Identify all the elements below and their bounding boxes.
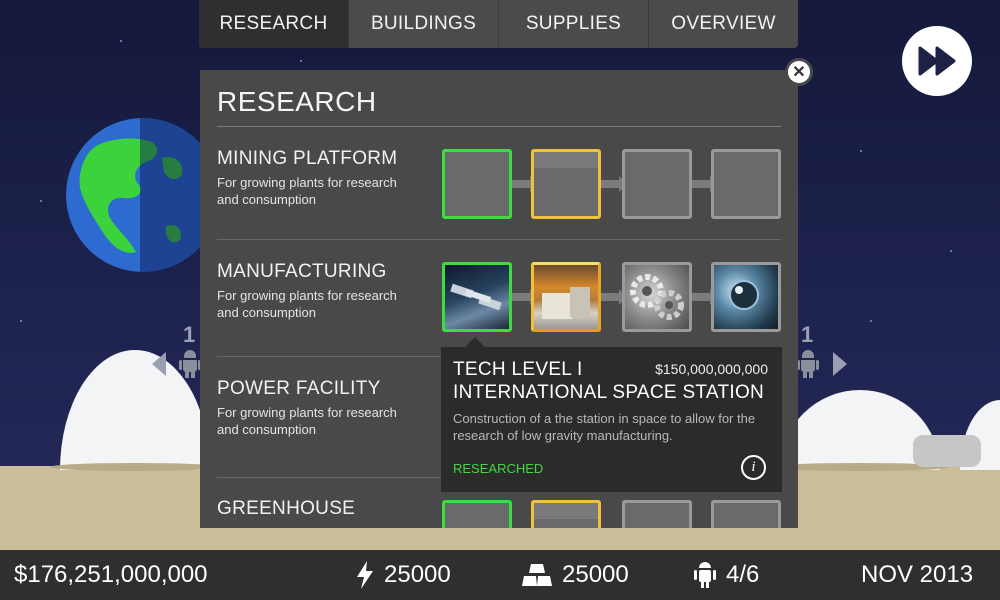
tab-research[interactable]: RESEARCH (199, 0, 349, 48)
next-arrow-icon[interactable] (833, 352, 847, 376)
tab-buildings[interactable]: BUILDINGS (349, 0, 499, 48)
star (870, 320, 872, 322)
robot-icon (797, 350, 819, 378)
tech-name: INTERNATIONAL SPACE STATION (453, 382, 765, 403)
close-icon: ✕ (792, 64, 806, 81)
tech-status: RESEARCHED (453, 461, 544, 476)
tech-description: Construction of a the station in space t… (453, 411, 756, 443)
money-stat: $176,251,000,000 (14, 550, 208, 600)
gears-tile[interactable] (622, 262, 692, 332)
tech-connector (692, 289, 718, 305)
date-stat: NOV 2013 (861, 550, 973, 600)
star (950, 250, 952, 252)
robot-icon (179, 350, 201, 378)
research-tile[interactable] (442, 149, 512, 219)
right-robot-count: 1 (801, 322, 814, 347)
category-name: MINING PLATFORM (217, 148, 398, 169)
metal-bars-icon (522, 564, 552, 586)
research-tile[interactable] (531, 500, 601, 528)
panel-title: RESEARCH (217, 86, 377, 117)
factory-tile[interactable] (531, 262, 601, 332)
category-description: For growing plants for research and cons… (217, 175, 397, 207)
metal-sphere-icon (729, 280, 759, 310)
tech-connector (692, 176, 718, 192)
info-icon[interactable]: i (741, 455, 766, 480)
fast-forward-icon (918, 46, 956, 76)
tab-supplies[interactable]: SUPPLIES (499, 0, 649, 48)
materials-stat: 25000 (522, 550, 629, 600)
fast-forward-button[interactable] (902, 26, 972, 96)
category-description: For growing plants for research and cons… (217, 405, 397, 437)
tech-level: TECH LEVEL I (453, 359, 583, 380)
money-value: $176,251,000,000 (14, 561, 208, 588)
category-name: POWER FACILITY (217, 378, 381, 399)
research-tile[interactable] (711, 500, 781, 528)
tech-connector (601, 176, 627, 192)
status-bar: $176,251,000,000 25000 25000 4/6 NOV 201… (0, 550, 1000, 600)
space-station-tile[interactable] (442, 262, 512, 332)
robot-icon (694, 562, 716, 588)
research-tile[interactable] (711, 149, 781, 219)
previous-arrow-icon[interactable] (152, 352, 166, 376)
robots-value: 4/6 (726, 561, 760, 588)
left-robot-count: 1 (183, 322, 196, 347)
power-value: 25000 (384, 561, 451, 588)
research-tile[interactable] (622, 149, 692, 219)
research-tile[interactable] (531, 149, 601, 219)
star (20, 320, 22, 322)
star (860, 150, 862, 152)
research-tile[interactable] (622, 500, 692, 528)
tech-tooltip: TECH LEVEL I $150,000,000,000 INTERNATIO… (441, 337, 782, 492)
power-stat: 25000 (356, 550, 451, 600)
divider (217, 126, 781, 127)
gears-icon (630, 274, 684, 320)
divider (217, 239, 781, 240)
factory-machine-icon (542, 287, 590, 319)
tech-cost: $150,000,000,000 (655, 361, 768, 377)
date-value: NOV 2013 (861, 561, 974, 588)
star (300, 60, 302, 62)
earth-planet (66, 118, 220, 272)
star (120, 40, 122, 42)
sphere-tile[interactable] (711, 262, 781, 332)
tab-overview[interactable]: OVERVIEW (649, 0, 798, 48)
category-name: MANUFACTURING (217, 261, 387, 282)
tech-connector (512, 289, 538, 305)
tech-connector (512, 176, 538, 192)
star (40, 200, 42, 202)
robots-stat: 4/6 (694, 550, 759, 600)
main-tabs: RESEARCH BUILDINGS SUPPLIES OVERVIEW (199, 0, 798, 48)
category-description: For growing plants for research and cons… (217, 288, 397, 320)
category-name: GREENHOUSE (217, 498, 356, 519)
storage-tank (913, 435, 981, 467)
materials-value: 25000 (562, 561, 629, 588)
dome-base (50, 463, 220, 471)
lightning-icon (357, 561, 373, 589)
tech-connector (601, 289, 627, 305)
close-button[interactable]: ✕ (785, 58, 813, 86)
space-station-icon (450, 283, 502, 311)
research-tile[interactable] (442, 500, 512, 528)
